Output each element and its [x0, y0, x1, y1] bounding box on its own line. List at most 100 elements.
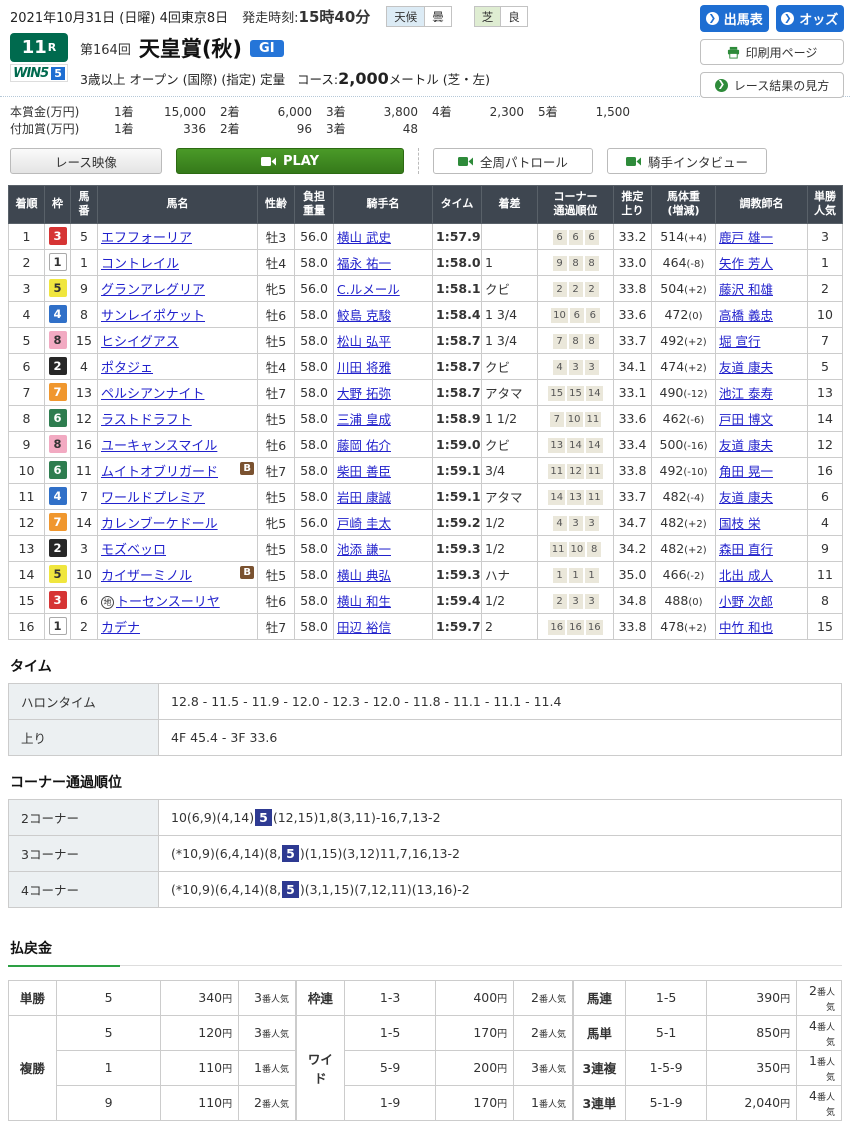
trainer-link[interactable]: 北出 成人 — [719, 568, 773, 583]
horse-link[interactable]: カレンブーケドール — [101, 517, 218, 532]
horse-link[interactable]: エフフォーリア — [101, 231, 192, 246]
race-video-button[interactable]: レース映像 — [10, 148, 162, 174]
jockey-link[interactable]: 田辺 裕信 — [337, 620, 391, 635]
jockey-link[interactable]: 横山 典弘 — [337, 568, 391, 583]
waku-cell: 3 — [45, 587, 71, 613]
horse-link[interactable]: ユーキャンスマイル — [101, 439, 217, 454]
corner-position-box: 11 — [586, 490, 603, 505]
divider — [8, 965, 842, 966]
print-page-button[interactable]: 印刷用ページ — [700, 39, 844, 65]
result-row: 14510カイザーミノルB牡558.0横山 典弘1:59.3ハナ11135.04… — [9, 561, 843, 587]
corner-position-box: 15 — [548, 386, 565, 401]
horse-weight: 482(-4) — [652, 483, 716, 509]
jockey-link[interactable]: 福永 祐一 — [337, 256, 391, 271]
horse-link[interactable]: グランアレグリア — [101, 283, 205, 298]
jockey-link[interactable]: 横山 武史 — [337, 230, 391, 245]
odds-button[interactable]: ❯ オッズ — [776, 5, 845, 32]
horse-link[interactable]: カデナ — [101, 621, 140, 636]
column-header: 推定 上り — [614, 186, 652, 224]
trainer-link[interactable]: 高橋 義忠 — [719, 308, 773, 323]
jockey-link[interactable]: 藤岡 佑介 — [337, 438, 391, 453]
trainer-link[interactable]: 友道 康夫 — [719, 490, 773, 505]
horse-weight: 492(-10) — [652, 457, 716, 483]
trainer-link[interactable]: 矢作 芳人 — [719, 256, 773, 271]
margin: 1/2 — [482, 535, 538, 561]
yen-unit: 円 — [780, 1029, 790, 1040]
horse-number: 8 — [71, 301, 98, 327]
jockey-link[interactable]: 戸崎 圭太 — [337, 516, 391, 531]
trainer-link[interactable]: 池江 泰寿 — [719, 386, 773, 401]
waku-badge: 2 — [49, 539, 67, 557]
jockey-link[interactable]: 松山 弘平 — [337, 334, 391, 349]
popularity-unit: 番人気 — [817, 1023, 835, 1048]
jockey-link[interactable]: 横山 和生 — [337, 594, 391, 609]
trainer-link[interactable]: 藤沢 和雄 — [719, 282, 773, 297]
finish-position: 16 — [9, 613, 45, 639]
payout-amount: 400円 — [436, 980, 514, 1015]
payout-amount: 340円 — [161, 980, 239, 1015]
trainer-link[interactable]: 小野 次郎 — [719, 594, 773, 609]
jockey-link[interactable]: 鮫島 克駿 — [337, 308, 391, 323]
jockey-link[interactable]: 池添 謙一 — [337, 542, 391, 557]
payout-amount: 170円 — [436, 1015, 514, 1050]
carried-weight: 58.0 — [295, 405, 334, 431]
yen-unit: 円 — [222, 1099, 232, 1110]
jockey-link[interactable]: C.ルメール — [337, 282, 400, 297]
jockey-link[interactable]: 三浦 皇成 — [337, 412, 391, 427]
jockey-interview-button[interactable]: 騎手インタビュー — [607, 148, 767, 174]
corner-position-box: 8 — [585, 256, 599, 271]
jockey-link[interactable]: 柴田 善臣 — [337, 464, 391, 479]
finish-time: 1:58.9 — [433, 405, 482, 431]
trainer-link[interactable]: 堀 宣行 — [719, 334, 760, 349]
trainer-link[interactable]: 鹿戸 雄一 — [719, 230, 773, 245]
results-guide-button[interactable]: ❯ レース結果の見方 — [700, 72, 844, 98]
jockey-link[interactable]: 川田 将雅 — [337, 360, 391, 375]
finish-time: 1:59.7 — [433, 613, 482, 639]
last-3f: 33.8 — [614, 275, 652, 301]
win-favorite-rank: 15 — [808, 613, 843, 639]
horse-link[interactable]: トーセンスーリヤ — [116, 595, 220, 610]
horse-link[interactable]: ポタジェ — [101, 361, 153, 376]
horse-link[interactable]: ワールドプレミア — [101, 491, 205, 506]
waku-cell: 1 — [45, 249, 71, 275]
jockey-link[interactable]: 大野 拓弥 — [337, 386, 391, 401]
play-button[interactable]: PLAY — [176, 148, 404, 174]
prize-place: 1着 — [114, 121, 150, 138]
trainer-link[interactable]: 中竹 和也 — [719, 620, 773, 635]
corner-position-box: 2 — [569, 282, 583, 297]
last-3f: 33.8 — [614, 613, 652, 639]
finish-position: 8 — [9, 405, 45, 431]
horse-link[interactable]: モズベッロ — [101, 543, 166, 558]
waku-cell: 7 — [45, 379, 71, 405]
prize-amount: 15,000 — [150, 104, 206, 121]
horse-link[interactable]: ヒシイグアス — [101, 335, 179, 350]
trainer-link[interactable]: 森田 直行 — [719, 542, 773, 557]
payout-combination: 5-9 — [344, 1050, 436, 1085]
trainer-link[interactable]: 戸田 博文 — [719, 412, 773, 427]
last-3f: 35.0 — [614, 561, 652, 587]
win-favorite-rank: 14 — [808, 405, 843, 431]
finish-time: 1:59.0 — [433, 431, 482, 457]
yen-unit: 円 — [497, 1064, 507, 1075]
trainer-cell: 矢作 芳人 — [716, 249, 808, 275]
horse-weight: 472(0) — [652, 301, 716, 327]
yen-unit: 円 — [222, 994, 232, 1005]
jockey-link[interactable]: 岩田 康誠 — [337, 490, 391, 505]
horse-link[interactable]: ラストドラフト — [101, 413, 192, 428]
trainer-link[interactable]: 友道 康夫 — [719, 360, 773, 375]
entry-table-button[interactable]: ❯ 出馬表 — [700, 5, 769, 32]
corner-position-box: 15 — [567, 386, 584, 401]
horse-link[interactable]: カイザーミノル — [101, 569, 192, 584]
bet-type-label: 馬単 — [573, 1015, 625, 1050]
corner-position-box: 3 — [585, 516, 599, 531]
waku-cell: 7 — [45, 509, 71, 535]
trainer-link[interactable]: 角田 晃一 — [719, 464, 773, 479]
trainer-link[interactable]: 友道 康夫 — [719, 438, 773, 453]
patrol-video-button[interactable]: 全周パトロール — [433, 148, 593, 174]
result-row: 1612カデナ牡758.0田辺 裕信1:59.7216161633.8478(+… — [9, 613, 843, 639]
horse-link[interactable]: ムイトオブリガード — [101, 465, 218, 480]
horse-link[interactable]: ペルシアンナイト — [101, 387, 204, 402]
horse-link[interactable]: コントレイル — [101, 257, 179, 272]
horse-link[interactable]: サンレイポケット — [101, 309, 205, 324]
trainer-link[interactable]: 国枝 栄 — [719, 516, 760, 531]
